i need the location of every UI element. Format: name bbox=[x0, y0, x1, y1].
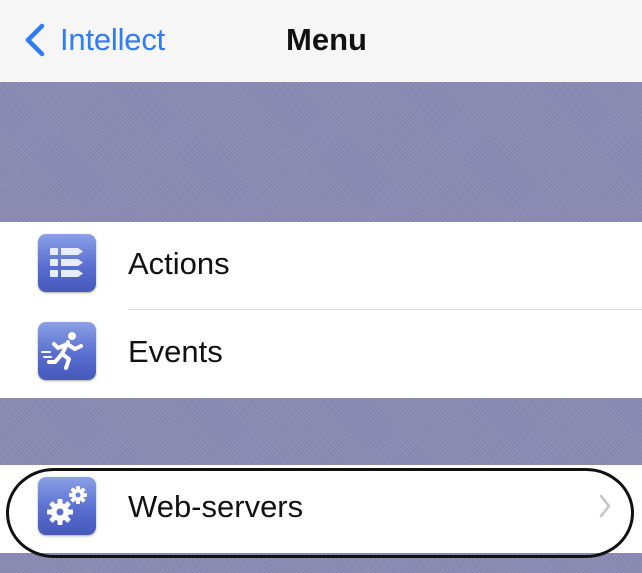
navigation-bar: Intellect Menu bbox=[0, 0, 642, 82]
section-header bbox=[0, 398, 642, 465]
gears-icon bbox=[38, 477, 96, 535]
actions-list-icon bbox=[38, 234, 96, 292]
back-button[interactable]: Intellect bbox=[20, 18, 165, 62]
back-button-label: Intellect bbox=[60, 22, 166, 57]
menu-item-actions[interactable]: Actions bbox=[0, 222, 642, 310]
app-screen: Intellect Menu Actions Events Web-server… bbox=[0, 0, 642, 573]
chevron-right-icon bbox=[599, 494, 611, 518]
section-header bbox=[0, 82, 642, 222]
page-title: Menu bbox=[286, 22, 367, 57]
chevron-left-icon bbox=[25, 23, 45, 57]
running-person-icon bbox=[38, 322, 96, 380]
menu-item-label: Events bbox=[128, 334, 223, 369]
menu-item-web-servers[interactable]: Web-servers bbox=[0, 465, 642, 553]
menu-item-label: Web-servers bbox=[128, 489, 304, 524]
menu-item-label: Actions bbox=[128, 246, 230, 281]
section-footer bbox=[0, 553, 642, 573]
menu-item-events[interactable]: Events bbox=[0, 310, 642, 398]
